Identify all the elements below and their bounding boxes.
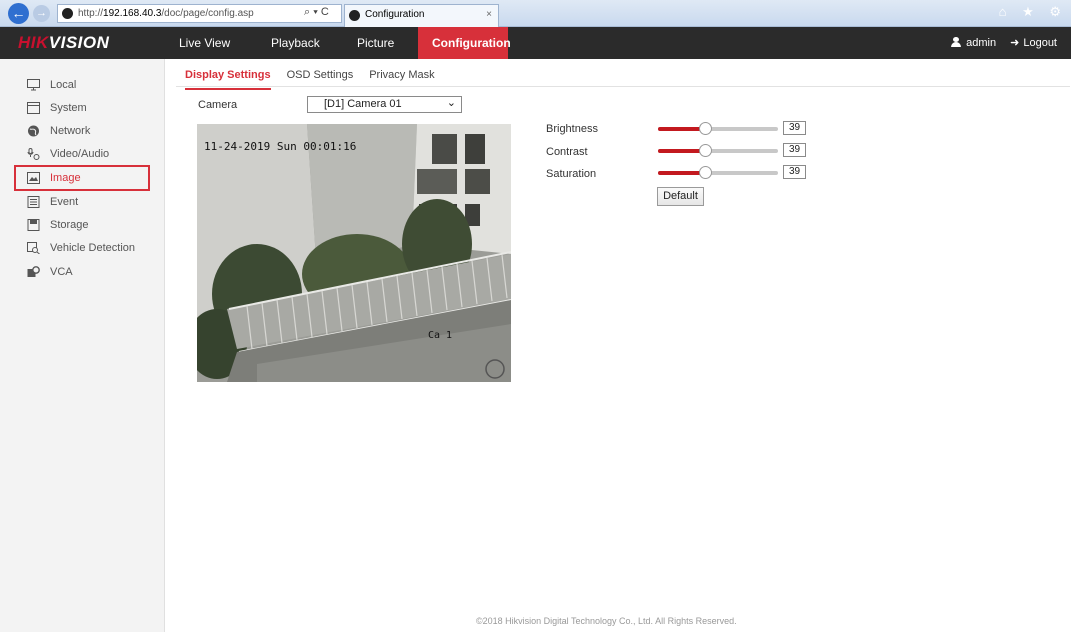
app-header: HIKVISION Live View Playback Picture Con… — [0, 27, 1071, 59]
brightness-slider-handle[interactable] — [698, 122, 712, 135]
sidebar-item-label: Local — [50, 79, 77, 91]
disk-icon — [27, 219, 40, 231]
logout-icon: ➜ — [1010, 37, 1020, 49]
browser-tab-title: Configuration — [365, 9, 425, 20]
sidebar-item-vca[interactable]: VCA — [0, 261, 165, 283]
nav-configuration[interactable]: Configuration — [418, 27, 511, 59]
logout-link[interactable]: ➜ Logout — [1010, 27, 1057, 59]
vca-icon — [27, 266, 40, 277]
sidebar-item-label: Vehicle Detection — [50, 242, 135, 254]
sidebar-item-label: Event — [50, 196, 79, 208]
chevron-down-icon: ⌄ — [446, 97, 456, 109]
url-host: 192.168.40.3 — [103, 8, 162, 19]
brightness-slider[interactable] — [658, 122, 778, 135]
browser-toolbar: ← → http://192.168.40.3/doc/page/config.… — [0, 0, 1071, 27]
logout-label: Logout — [1023, 37, 1057, 49]
brightness-value[interactable]: 39 — [783, 121, 806, 135]
contrast-slider[interactable] — [658, 144, 778, 157]
contrast-label: Contrast — [546, 146, 588, 158]
camera-mic-icon — [27, 148, 40, 160]
footer-copyright: ©2018 Hikvision Digital Technology Co., … — [476, 616, 737, 626]
config-sidebar: Local System Network Video/Audio Image E… — [0, 59, 165, 632]
sidebar-item-label: Storage — [50, 219, 89, 231]
sidebar-item-network[interactable]: Network — [0, 120, 165, 142]
contrast-slider-handle[interactable] — [698, 144, 712, 157]
nav-playback[interactable]: Playback — [253, 27, 341, 59]
saturation-label: Saturation — [546, 168, 597, 180]
saturation-value[interactable]: 39 — [783, 165, 806, 179]
tab-close-icon[interactable]: × — [486, 5, 492, 25]
url-path: /doc/page/config.asp — [161, 8, 254, 19]
main-nav: Live View Playback Picture Configuration — [165, 27, 511, 59]
tab-site-icon — [349, 10, 360, 21]
calendar-icon — [27, 196, 40, 208]
monitor-icon — [27, 79, 40, 91]
user-icon — [951, 37, 962, 47]
sidebar-item-local[interactable]: Local — [0, 74, 165, 96]
sidebar-item-system[interactable]: System — [0, 97, 165, 119]
address-bar[interactable]: http://192.168.40.3/doc/page/config.asp — [57, 4, 342, 23]
header-user-area: admin ➜ Logout — [951, 27, 1057, 59]
camera-label: Camera — [198, 99, 238, 111]
osd-camera-name: Ca 1 — [428, 330, 453, 341]
sidebar-item-label: VCA — [50, 266, 73, 278]
user-menu[interactable]: admin — [951, 27, 996, 59]
sidebar-item-video-audio[interactable]: Video/Audio — [0, 143, 165, 165]
osd-timestamp: 11-24-2019 Sun 00:01:16 — [204, 140, 357, 153]
user-name: admin — [966, 37, 997, 49]
globe-icon — [28, 125, 39, 137]
back-button[interactable]: ← — [8, 3, 29, 24]
sidebar-item-label: System — [50, 102, 87, 114]
sidebar-item-storage[interactable]: Storage — [0, 214, 165, 236]
subtab-divider — [176, 86, 1070, 87]
url-prefix: http:// — [78, 8, 104, 19]
nav-live-view[interactable]: Live View — [165, 27, 253, 59]
saturation-slider[interactable] — [658, 166, 778, 179]
brightness-label: Brightness — [546, 123, 598, 135]
video-preview[interactable]: 11-24-2019 Sun 00:01:16 Ca 1 — [197, 124, 511, 382]
camera-select[interactable]: [D1] Camera 01 ⌄ — [307, 96, 462, 113]
sidebar-item-label: Network — [50, 125, 91, 137]
forward-button[interactable]: → — [33, 5, 50, 22]
saturation-slider-fill — [658, 171, 705, 175]
camera-scene — [197, 124, 511, 382]
nav-picture[interactable]: Picture — [341, 27, 418, 59]
sidebar-item-event[interactable]: Event — [0, 191, 165, 213]
contrast-slider-fill — [658, 149, 705, 153]
browser-right-icons[interactable]: ⌂ ★ ⚙ — [999, 4, 1067, 20]
sidebar-item-vehicle-detection[interactable]: Vehicle Detection — [0, 237, 165, 259]
window-icon — [27, 102, 40, 114]
contrast-value[interactable]: 39 — [783, 143, 806, 157]
address-actions[interactable]: ⌕ ▾ C — [304, 6, 329, 19]
active-item-highlight — [14, 165, 150, 191]
default-button[interactable]: Default — [657, 187, 704, 206]
camera-select-value: [D1] Camera 01 — [324, 98, 402, 110]
saturation-slider-handle[interactable] — [698, 166, 712, 179]
vehicle-search-icon — [27, 242, 40, 254]
browser-tab[interactable]: Configuration × — [344, 4, 499, 27]
hikvision-logo: HIKVISION — [18, 33, 110, 52]
site-icon — [62, 8, 73, 19]
sidebar-item-label: Video/Audio — [50, 148, 110, 160]
brightness-slider-fill — [658, 127, 705, 131]
